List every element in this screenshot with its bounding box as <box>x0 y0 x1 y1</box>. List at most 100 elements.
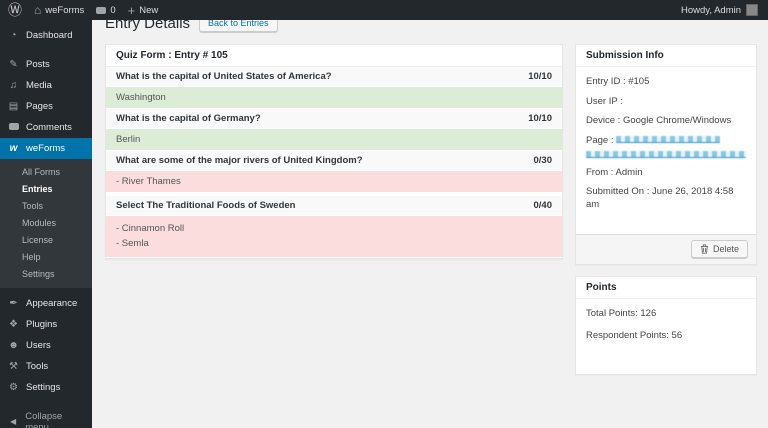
wordpress-logo-icon: Ⓦ <box>8 2 22 18</box>
sidebar-item-settings[interactable]: ⚙ Settings <box>0 377 92 398</box>
comment-bubble-icon <box>96 6 107 14</box>
sidebar-item-label: Dashboard <box>26 30 73 41</box>
answer-text: Berlin <box>116 134 141 145</box>
page-line: Page : <box>586 134 746 158</box>
submission-info-title: Submission Info <box>576 45 756 67</box>
site-name-label: weForms <box>45 4 85 16</box>
sidebar-item-plugins[interactable]: ❖ Plugins <box>0 314 92 335</box>
sidebar-item-users[interactable]: ☻ Users <box>0 335 92 356</box>
sidebar-item-tools[interactable]: ⚒ Tools <box>0 356 92 377</box>
collapse-arrow-icon: ◀ <box>10 417 17 426</box>
submenu-item-license[interactable]: License <box>0 231 92 248</box>
entry-panel-header: Quiz Form : Entry # 105 <box>106 45 562 67</box>
comments-icon <box>8 122 19 133</box>
submenu-item-settings[interactable]: Settings <box>0 265 92 282</box>
appearance-icon: ✒ <box>9 297 18 309</box>
sidebar-item-appearance[interactable]: ✒ Appearance <box>0 293 92 314</box>
users-icon: ☻ <box>8 339 19 351</box>
delete-button[interactable]: Delete <box>690 239 748 258</box>
wp-logo-menu[interactable]: Ⓦ <box>8 0 22 20</box>
comments-count: 0 <box>110 4 116 16</box>
sidebar-item-label: Tools <box>26 361 49 372</box>
pages-icon: ▤ <box>8 100 19 112</box>
submenu-item-entries[interactable]: Entries <box>0 180 92 197</box>
media-icon: ♫ <box>9 79 18 91</box>
question-score: 10/10 <box>528 71 552 82</box>
submenu-item-all-forms[interactable]: All Forms <box>0 163 92 180</box>
sidebar-item-label: Users <box>26 340 51 351</box>
entry-id-line: Entry ID : #105 <box>586 76 650 87</box>
sidebar-item-label: Media <box>26 80 52 91</box>
delete-label: Delete <box>712 243 739 254</box>
weforms-submenu: All Forms Entries Tools Modules License … <box>0 159 92 288</box>
points-title: Points <box>576 277 756 299</box>
home-icon: ⌂ <box>34 3 42 17</box>
question-row: What is the capital of Germany? 10/10 <box>106 109 562 129</box>
answer-text: Washington <box>116 92 166 103</box>
question-row: Select The Traditional Foods of Sweden 0… <box>106 193 562 216</box>
trash-icon <box>700 243 709 254</box>
question-text: Select The Traditional Foods of Sweden <box>116 200 296 211</box>
sidebar-item-label: Settings <box>26 382 61 393</box>
new-content-menu[interactable]: + New <box>128 4 159 17</box>
submission-info-panel: Submission Info Entry ID : #105 User IP … <box>575 44 757 265</box>
sidebar-item-label: Collapse menu <box>25 411 63 428</box>
sidebar-item-dashboard[interactable]: ◔ Dashboard <box>0 25 92 46</box>
page-label: Page : <box>586 134 614 146</box>
avatar <box>746 4 758 16</box>
submission-info-footer: Delete <box>576 233 756 264</box>
points-panel: Points Total Points: 126 Respondent Poin… <box>575 275 757 375</box>
my-account-menu[interactable]: Howdy, Admin <box>681 4 758 16</box>
comments-menu[interactable]: 0 <box>96 4 116 16</box>
from-line: From : Admin <box>586 166 643 178</box>
question-score: 0/30 <box>533 155 553 166</box>
question-text: What are some of the major rivers of Uni… <box>116 155 363 166</box>
answer-text: - River Thames <box>116 176 181 187</box>
site-name-menu[interactable]: ⌂ weForms <box>34 4 84 16</box>
page-link-redacted[interactable] <box>616 136 721 144</box>
sidebar-item-label: Pages <box>26 101 53 112</box>
weforms-icon: w <box>9 142 18 154</box>
sidebar-item-label: Comments <box>26 122 72 133</box>
total-points-line: Total Points: 126 <box>586 307 657 319</box>
sidebar-item-posts[interactable]: ✎ Posts <box>0 54 92 75</box>
sidebar-item-label: Posts <box>26 59 50 70</box>
sidebar-item-weforms[interactable]: w weForms <box>0 138 92 159</box>
submenu-item-tools[interactable]: Tools <box>0 197 92 214</box>
user-ip-line: User IP : <box>586 95 623 107</box>
question-text: What is the capital of Germany? <box>116 113 261 124</box>
device-line: Device : Google Chrome/Windows <box>586 115 732 126</box>
answer-row: Washington <box>106 87 562 109</box>
sidebar-item-label: Appearance <box>26 298 78 309</box>
submenu-item-modules[interactable]: Modules <box>0 214 92 231</box>
sidebar-item-pages[interactable]: ▤ Pages <box>0 96 92 117</box>
plus-icon: + <box>127 2 136 18</box>
admin-sidebar: ◔ Dashboard ✎ Posts ♫ Media ▤ Pages Comm… <box>0 20 92 428</box>
sidebar-item-collapse-menu[interactable]: ◀ Collapse menu <box>0 406 92 428</box>
sidebar-item-comments[interactable]: Comments <box>0 117 92 138</box>
submenu-item-help[interactable]: Help <box>0 248 92 265</box>
respondent-points-line: Respondent Points: 56 <box>586 329 683 341</box>
entry-details-panel: Quiz Form : Entry # 105 What is the capi… <box>105 44 563 259</box>
answer-row: - River Thames <box>106 171 562 193</box>
answer-text: - Cinnamon Roll <box>116 223 185 234</box>
submitted-on-line: Submitted On : June 26, 2018 4:58 am <box>586 186 734 210</box>
answer-row: Berlin <box>106 129 562 151</box>
howdy-label: Howdy, Admin <box>680 4 741 16</box>
question-row: What is the capital of United States of … <box>106 67 562 87</box>
dashboard-icon: ◔ <box>10 29 17 41</box>
settings-icon: ⚙ <box>9 381 18 393</box>
admin-bar: Ⓦ ⌂ weForms 0 + New Howdy, Admin <box>0 0 768 20</box>
sidebar-item-label: Plugins <box>26 319 58 330</box>
answer-row: - Cinnamon Roll - Semla <box>106 216 562 258</box>
page-link-redacted[interactable] <box>586 150 746 158</box>
question-score: 0/40 <box>533 200 553 211</box>
posts-icon: ✎ <box>9 58 18 70</box>
question-score: 10/10 <box>528 113 552 124</box>
sidebar-item-label: weForms <box>26 143 66 154</box>
sidebar-item-media[interactable]: ♫ Media <box>0 75 92 96</box>
question-text: What is the capital of United States of … <box>116 71 332 82</box>
tools-icon: ⚒ <box>9 360 18 372</box>
question-row: What are some of the major rivers of Uni… <box>106 151 562 171</box>
main-content: Entry Details Back to Entries Quiz Form … <box>92 0 768 375</box>
